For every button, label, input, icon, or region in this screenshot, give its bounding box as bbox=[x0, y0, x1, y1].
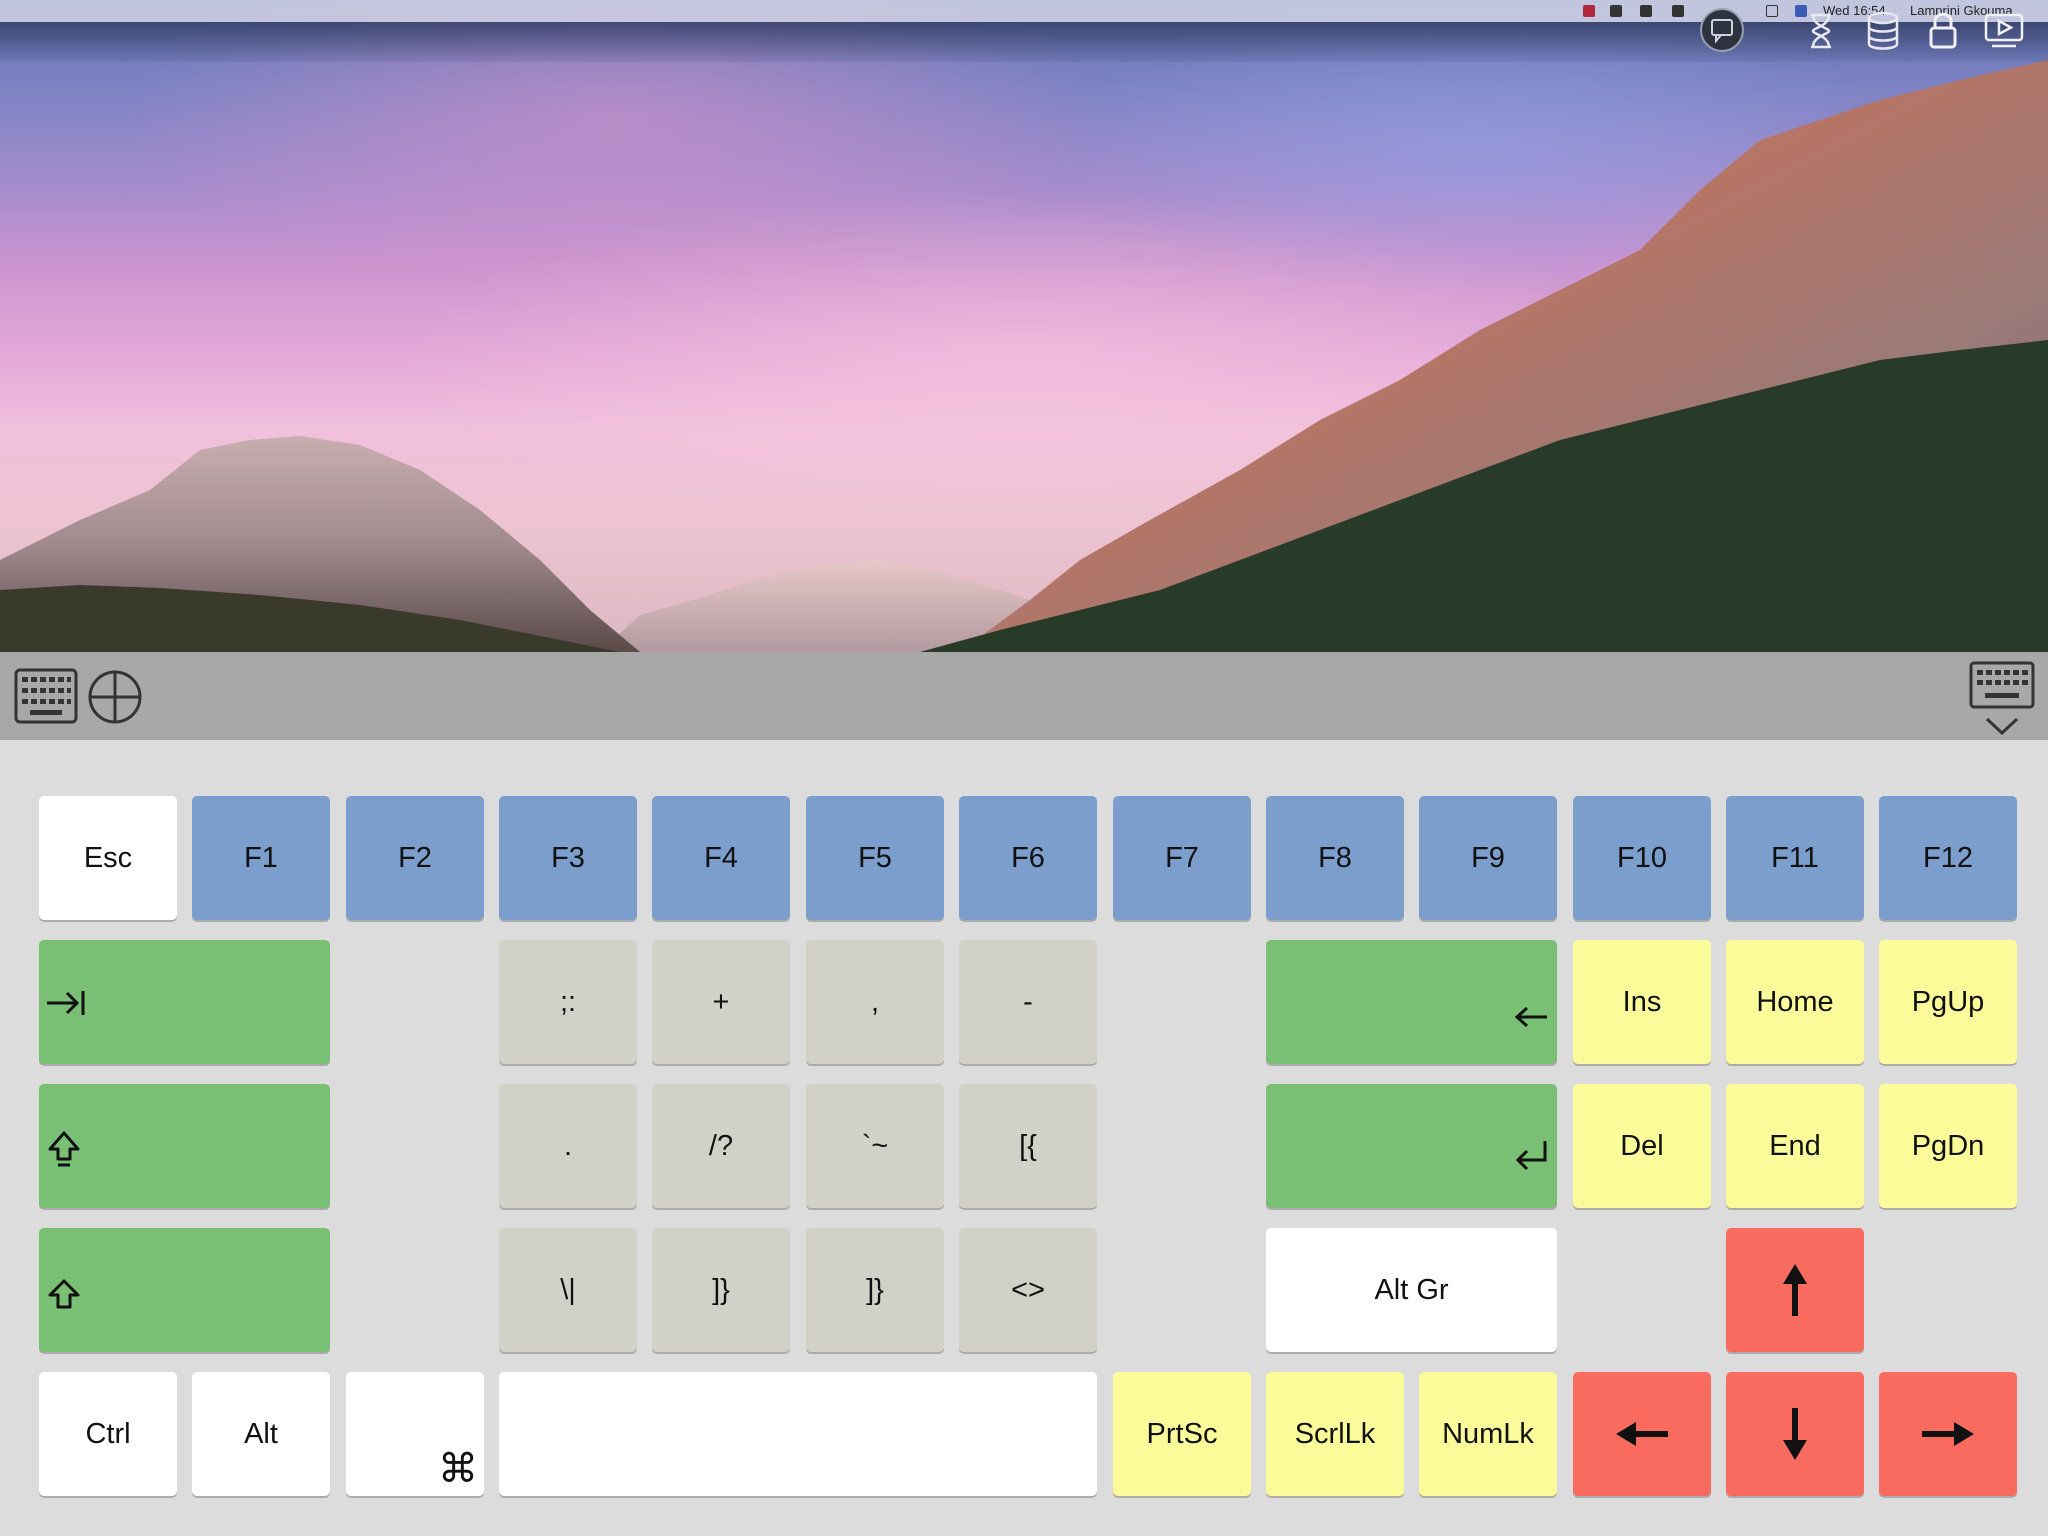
key-tab[interactable] bbox=[39, 940, 330, 1064]
lock-icon[interactable] bbox=[1928, 10, 1958, 50]
crosshair-icon[interactable] bbox=[87, 669, 143, 725]
key-f3[interactable]: F3 bbox=[499, 796, 637, 920]
key-space[interactable] bbox=[499, 1372, 1097, 1496]
arrow-left-icon bbox=[1616, 1422, 1668, 1446]
key-slash[interactable]: /? bbox=[652, 1084, 790, 1208]
key-f11[interactable]: F11 bbox=[1726, 796, 1864, 920]
key-plus[interactable]: + bbox=[652, 940, 790, 1064]
key-shift[interactable] bbox=[39, 1228, 330, 1352]
key-esc[interactable]: Esc bbox=[39, 796, 177, 920]
key-close-bracket[interactable]: ]} bbox=[652, 1228, 790, 1352]
key-caps-lock[interactable] bbox=[39, 1084, 330, 1208]
key-scroll-lock[interactable]: ScrlLk bbox=[1266, 1372, 1404, 1496]
keyboard-toolbar bbox=[0, 652, 2048, 740]
key-end[interactable]: End bbox=[1726, 1084, 1864, 1208]
key-f6[interactable]: F6 bbox=[959, 796, 1097, 920]
tab-icon bbox=[43, 988, 87, 1026]
keyboard-hide-icon[interactable] bbox=[1969, 661, 2035, 737]
status-icon bbox=[1610, 5, 1622, 17]
key-close-bracket-alt[interactable]: ]} bbox=[806, 1228, 944, 1352]
key-f9[interactable]: F9 bbox=[1419, 796, 1557, 920]
key-backspace[interactable] bbox=[1266, 940, 1557, 1064]
caps-lock-icon bbox=[47, 1130, 81, 1178]
key-angle-brackets[interactable]: <> bbox=[959, 1228, 1097, 1352]
key-enter[interactable] bbox=[1266, 1084, 1557, 1208]
key-arrow-right[interactable] bbox=[1879, 1372, 2017, 1496]
key-f5[interactable]: F5 bbox=[806, 796, 944, 920]
wifi-icon bbox=[1766, 5, 1778, 17]
key-alt[interactable]: Alt bbox=[192, 1372, 330, 1496]
key-num-lock[interactable]: NumLk bbox=[1419, 1372, 1557, 1496]
key-open-bracket[interactable]: [{ bbox=[959, 1084, 1097, 1208]
arrow-down-icon bbox=[1783, 1408, 1807, 1460]
status-icon bbox=[1672, 5, 1684, 17]
status-icon bbox=[1640, 5, 1652, 17]
arrow-up-icon bbox=[1783, 1264, 1807, 1316]
key-f8[interactable]: F8 bbox=[1266, 796, 1404, 920]
key-page-down[interactable]: PgDn bbox=[1879, 1084, 2017, 1208]
key-page-up[interactable]: PgUp bbox=[1879, 940, 2017, 1064]
virtual-keyboard: Esc F1 F2 F3 F4 F5 F6 F7 F8 F9 F10 F11 F… bbox=[0, 740, 2048, 1536]
play-screen-icon[interactable] bbox=[1984, 12, 2024, 50]
key-semicolon[interactable]: ;: bbox=[499, 940, 637, 1064]
key-arrow-left[interactable] bbox=[1573, 1372, 1711, 1496]
shift-icon bbox=[47, 1278, 81, 1318]
keyboard-icon[interactable] bbox=[14, 668, 78, 726]
remote-desktop-view[interactable]: Wed 16:54 Lamprini Gkouma bbox=[0, 0, 2048, 652]
key-f12[interactable]: F12 bbox=[1879, 796, 2017, 920]
status-icon bbox=[1583, 5, 1595, 17]
backspace-arrow-icon bbox=[1513, 1004, 1549, 1037]
wallpaper-mountains bbox=[0, 60, 2048, 652]
key-backtick[interactable]: `~ bbox=[806, 1084, 944, 1208]
key-alt-gr[interactable]: Alt Gr bbox=[1266, 1228, 1557, 1352]
command-icon: ⌘ bbox=[438, 1447, 478, 1491]
chat-icon[interactable] bbox=[1699, 7, 1745, 53]
key-print-screen[interactable]: PrtSc bbox=[1113, 1372, 1251, 1496]
hourglass-icon[interactable] bbox=[1806, 12, 1836, 50]
key-arrow-up[interactable] bbox=[1726, 1228, 1864, 1352]
key-home[interactable]: Home bbox=[1726, 940, 1864, 1064]
key-command[interactable]: ⌘ bbox=[346, 1372, 484, 1496]
key-minus[interactable]: - bbox=[959, 940, 1097, 1064]
key-comma[interactable]: , bbox=[806, 940, 944, 1064]
enter-arrow-icon bbox=[1513, 1138, 1549, 1180]
database-icon[interactable] bbox=[1866, 12, 1900, 50]
key-f1[interactable]: F1 bbox=[192, 796, 330, 920]
arrow-right-icon bbox=[1922, 1422, 1974, 1446]
key-delete[interactable]: Del bbox=[1573, 1084, 1711, 1208]
key-f10[interactable]: F10 bbox=[1573, 796, 1711, 920]
key-backslash[interactable]: \| bbox=[499, 1228, 637, 1352]
key-period[interactable]: . bbox=[499, 1084, 637, 1208]
key-f4[interactable]: F4 bbox=[652, 796, 790, 920]
key-arrow-down[interactable] bbox=[1726, 1372, 1864, 1496]
key-f7[interactable]: F7 bbox=[1113, 796, 1251, 920]
key-f2[interactable]: F2 bbox=[346, 796, 484, 920]
key-ctrl[interactable]: Ctrl bbox=[39, 1372, 177, 1496]
key-insert[interactable]: Ins bbox=[1573, 940, 1711, 1064]
